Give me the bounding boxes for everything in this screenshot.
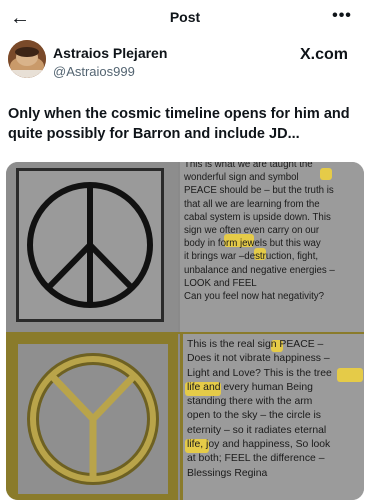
post-text: Only when the cosmic timeline opens for …: [8, 106, 350, 142]
avatar[interactable]: [8, 40, 46, 78]
author-handle[interactable]: @Astraios999: [53, 64, 135, 79]
top-text-panel: This is what we are taught the wonderful…: [180, 162, 364, 332]
page-title: Post: [169, 9, 201, 25]
tree-of-life-symbol-icon: [27, 353, 159, 485]
top-bar: ← Post •••: [0, 0, 370, 36]
author-name[interactable]: Astraios Plejaren: [53, 45, 167, 61]
peace-symbol-panel: [6, 162, 178, 332]
bottom-text-panel: This is the real sign PEACE – Does it no…: [180, 334, 364, 500]
post-image[interactable]: This is what we are taught the wonderful…: [6, 162, 364, 500]
tree-of-life-panel: [6, 334, 178, 500]
source-label: X.com: [300, 46, 349, 63]
top-caption-text: This is what we are taught the wonderful…: [184, 162, 335, 303]
peace-symbol-icon: [27, 182, 153, 308]
tree-of-life-frame: [18, 344, 168, 494]
peace-symbol-frame: [16, 168, 164, 322]
author-row: Astraios Plejaren @Astraios999 X.com: [0, 38, 370, 88]
more-dots-icon[interactable]: •••: [328, 4, 356, 28]
bottom-caption-text: This is the real sign PEACE – Does it no…: [187, 339, 332, 479]
avatar-image: [8, 40, 46, 78]
text-highlight: [337, 368, 363, 382]
